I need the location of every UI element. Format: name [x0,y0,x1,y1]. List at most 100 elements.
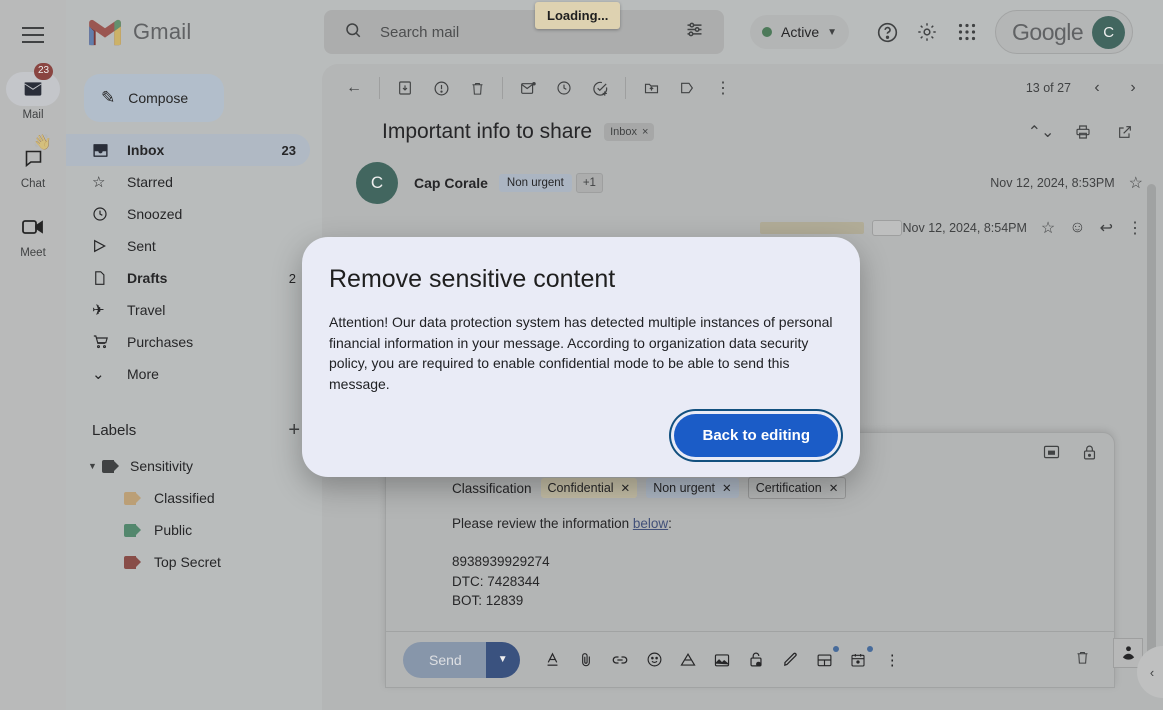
close-icon[interactable]: ✕ [621,481,631,495]
sidebar-item-starred[interactable]: ☆ Starred [66,166,310,198]
apps-grid-icon[interactable] [947,12,987,52]
archive-icon[interactable] [387,70,423,106]
layout-icon[interactable] [809,644,840,675]
mark-unread-icon[interactable] [510,70,546,106]
send-button[interactable]: Send [403,642,486,678]
help-icon[interactable] [867,12,907,52]
close-icon[interactable]: ✕ [722,481,732,495]
body-link-below[interactable]: below [633,516,668,531]
chip-non-urgent[interactable]: Non urgent [499,174,572,192]
send-button-group[interactable]: Send ▼ [403,642,520,678]
search-input[interactable]: Search mail [324,10,724,54]
sidebar-count-inbox: 23 [282,143,296,158]
chevron-right-icon[interactable]: › [1115,70,1151,106]
label-icon[interactable] [669,70,705,106]
chip-plus-one[interactable]: +1 [576,173,603,193]
left-app-rail: 23 Mail 👋 Chat Meet [0,0,66,710]
send-icon [92,238,114,254]
minimize-icon[interactable] [1043,445,1060,463]
delete-icon[interactable] [459,70,495,106]
expand-icon[interactable]: ⌃⌄ [1023,114,1059,150]
back-arrow-icon[interactable]: ← [336,70,372,106]
wave-hand-icon: 👋 [33,133,52,151]
report-spam-icon[interactable] [423,70,459,106]
gear-icon[interactable] [907,12,947,52]
insert-emoji-icon[interactable] [639,644,670,675]
insert-photo-icon[interactable] [707,644,738,675]
chevron-left-icon: ‹ [1150,665,1154,680]
star-icon[interactable]: ☆ [1129,173,1143,193]
google-account-button[interactable]: Google C [995,10,1133,54]
back-to-editing-button[interactable]: Back to editing [674,414,838,457]
sidebar-label-purchases: Purchases [127,334,296,350]
star-icon[interactable]: ☆ [1041,218,1055,238]
tag-certification[interactable]: Certification ✕ [748,477,847,499]
rail-item-meet[interactable]: Meet [5,210,61,259]
compose-button[interactable]: ✎ Compose [84,74,224,122]
open-in-new-icon[interactable] [1107,114,1143,150]
vertical-scrollbar[interactable] [1147,184,1156,684]
labels-header: Labels + [66,410,322,450]
close-icon[interactable]: × [642,126,648,138]
chevron-left-icon[interactable]: ‹ [1079,70,1115,106]
insert-drive-icon[interactable] [673,644,704,675]
schedule-send-icon[interactable] [843,644,874,675]
avatar[interactable]: C [1092,16,1125,49]
label-tag-icon [124,492,141,505]
classification-label: Classification [452,481,532,496]
snooze-icon[interactable] [546,70,582,106]
format-text-icon[interactable] [537,644,568,675]
sidebar-item-travel[interactable]: ✈ Travel [66,294,310,326]
insert-link-icon[interactable] [605,644,636,675]
sidebar-label-travel: Travel [127,302,296,318]
print-icon[interactable] [1065,114,1101,150]
emoji-react-icon[interactable]: ☺ [1069,219,1085,237]
more-options-icon[interactable]: ⋮ [1127,218,1143,238]
rail-item-chat[interactable]: 👋 Chat [5,141,61,190]
plane-icon: ✈ [92,301,114,319]
inbox-chip[interactable]: Inbox × [604,123,654,141]
more-options-icon[interactable]: ⋮ [877,644,908,675]
sidebar-item-purchases[interactable]: Purchases [66,326,310,358]
status-pill[interactable]: Active ▼ [750,15,849,49]
label-item-sensitivity[interactable]: ▼ Sensitivity [66,450,322,482]
label-item-public[interactable]: Public [66,514,322,546]
send-options-chevron-down-icon[interactable]: ▼ [486,642,520,678]
reply-icon[interactable]: ↩ [1100,218,1113,238]
more-options-icon[interactable]: ⋮ [705,70,741,106]
tune-icon[interactable] [684,19,705,45]
delete-draft-icon[interactable] [1075,649,1090,671]
sidebar-item-drafts[interactable]: Drafts 2 [66,262,310,294]
tag-confidential[interactable]: Confidential ✕ [541,478,638,498]
new-feature-dot [867,646,873,652]
move-to-icon[interactable] [633,70,669,106]
body-line-3: BOT: 12839 [452,591,1114,611]
tag-non-urgent[interactable]: Non urgent ✕ [646,478,739,498]
close-icon[interactable]: ✕ [829,481,839,495]
sidebar-item-inbox[interactable]: Inbox 23 [66,134,310,166]
close-lock-icon[interactable] [1082,444,1097,465]
sidebar-item-more[interactable]: ⌄ More [66,358,310,390]
sidebar-label-starred: Starred [127,174,296,190]
rail-item-mail[interactable]: 23 Mail [5,72,61,121]
sidebar-item-snoozed[interactable]: Snoozed [66,198,310,230]
signature-icon[interactable] [775,644,806,675]
add-task-icon[interactable] [582,70,618,106]
hamburger-icon[interactable] [16,18,50,52]
compose-body[interactable]: Please review the information below: 893… [386,501,1114,611]
attach-file-icon[interactable] [571,644,602,675]
body-line-2: DTC: 7428344 [452,572,1114,592]
dialog-title: Remove sensitive content [326,265,824,294]
label-item-classified[interactable]: Classified [66,482,322,514]
confidential-mode-icon[interactable] [741,644,772,675]
plus-icon[interactable]: + [288,420,300,440]
cart-icon [92,334,114,350]
chevron-down-icon[interactable]: ▼ [88,461,102,471]
gmail-brand[interactable]: Gmail [66,0,322,64]
message-timestamp-2: Nov 12, 2024, 8:54PM [903,221,1027,235]
label-item-top-secret[interactable]: Top Secret [66,546,322,578]
sidebar-nav-list: Inbox 23 ☆ Starred Snoozed Sent [66,134,322,390]
mail-unread-badge: 23 [34,63,53,80]
sidebar-item-sent[interactable]: Sent [66,230,310,262]
message-timestamp: Nov 12, 2024, 8:53PM [990,176,1114,190]
